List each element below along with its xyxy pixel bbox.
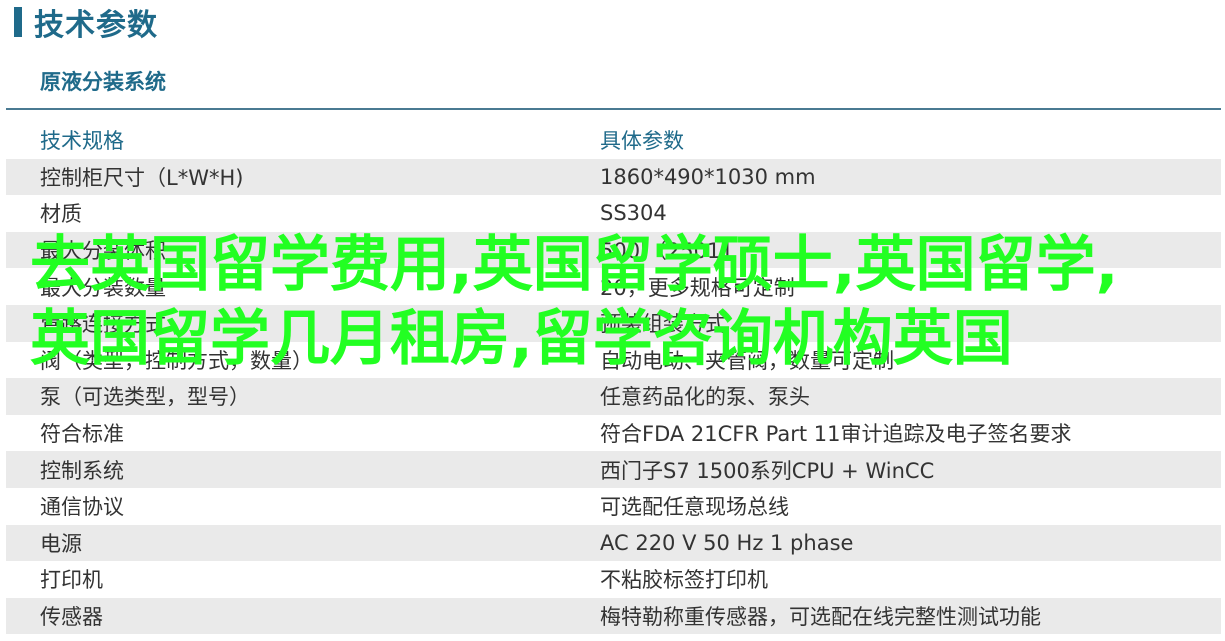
spec-name: 阀（类型，控制方式，数量） xyxy=(6,341,570,379)
section-divider xyxy=(6,108,1221,110)
spec-name: 符合标准 xyxy=(6,414,570,452)
page-title-text: 技术参数 xyxy=(34,8,158,43)
table-row: 通信协议 可选配任意现场总线 xyxy=(6,487,1221,525)
spec-name: 泵（可选类型，型号） xyxy=(6,378,570,415)
spec-value: 20，更多规格可定制 xyxy=(570,268,1221,305)
spec-name: 传感器 xyxy=(6,597,570,635)
spec-name: 打印机 xyxy=(6,561,570,598)
table-row: 材质 SS304 xyxy=(6,195,1221,232)
spec-name: 通信协议 xyxy=(6,487,570,525)
page-title: 技术参数 xyxy=(14,0,158,44)
spec-name: 管路连接方式 xyxy=(6,304,570,342)
spec-value: 不粘胶标签打印机 xyxy=(570,561,1221,598)
spec-page: 技术参数 原液分装系统 技术规格 具体参数 控制柜尺寸（L*W*H) 1860*… xyxy=(0,0,1225,641)
spec-name: 最大分装数量 xyxy=(6,268,570,305)
spec-value: AC 220 V 50 Hz 1 phase xyxy=(570,524,1221,562)
spec-value: 自动电动、夹管阀，数量可定制 xyxy=(570,341,1221,379)
spec-value: 预装组装方式 xyxy=(570,304,1221,342)
table-row: 传感器 梅特勒称重传感器，可选配在线完整性测试功能 xyxy=(6,597,1221,635)
title-accent-bar xyxy=(14,7,22,37)
spec-value: 符合FDA 21CFR Part 11审计追踪及电子签名要求 xyxy=(570,414,1221,452)
table-row: 控制柜尺寸（L*W*H) 1860*490*1030 mm xyxy=(6,158,1221,196)
table-header-row: 技术规格 具体参数 xyxy=(6,122,1221,159)
spec-value: 1860*490*1030 mm xyxy=(570,158,1221,196)
column-header-value: 具体参数 xyxy=(570,122,1221,159)
spec-value: 任意药品化的泵、泵头 xyxy=(570,378,1221,415)
spec-value: 西门子S7 1500系列CPU + WinCC xyxy=(570,451,1221,488)
spec-table: 技术规格 具体参数 控制柜尺寸（L*W*H) 1860*490*1030 mm … xyxy=(6,122,1221,635)
table-row: 电源 AC 220 V 50 Hz 1 phase xyxy=(6,524,1221,562)
table-row: 打印机 不粘胶标签打印机 xyxy=(6,561,1221,598)
table-row: 控制系统 西门子S7 1500系列CPU + WinCC xyxy=(6,451,1221,488)
spec-value: 梅特勒称重传感器，可选配在线完整性测试功能 xyxy=(570,597,1221,635)
spec-value: 500l（25011 xyxy=(570,231,1221,269)
table-row: 管路连接方式 预装组装方式 xyxy=(6,304,1221,342)
table-row: 最大分装数量 20，更多规格可定制 xyxy=(6,268,1221,305)
spec-name: 材质 xyxy=(6,195,570,232)
spec-name: 控制柜尺寸（L*W*H) xyxy=(6,158,570,196)
spec-name: 最大分装体积 xyxy=(6,231,570,269)
column-header-spec: 技术规格 xyxy=(6,122,570,159)
spec-name: 控制系统 xyxy=(6,451,570,488)
spec-value: SS304 xyxy=(570,195,1221,232)
section-title: 原液分装系统 xyxy=(40,70,166,94)
table-row: 泵（可选类型，型号） 任意药品化的泵、泵头 xyxy=(6,378,1221,415)
spec-name: 电源 xyxy=(6,524,570,562)
table-row: 阀（类型，控制方式，数量） 自动电动、夹管阀，数量可定制 xyxy=(6,341,1221,379)
spec-value: 可选配任意现场总线 xyxy=(570,487,1221,525)
table-row: 最大分装体积 500l（25011 xyxy=(6,231,1221,269)
table-row: 符合标准 符合FDA 21CFR Part 11审计追踪及电子签名要求 xyxy=(6,414,1221,452)
